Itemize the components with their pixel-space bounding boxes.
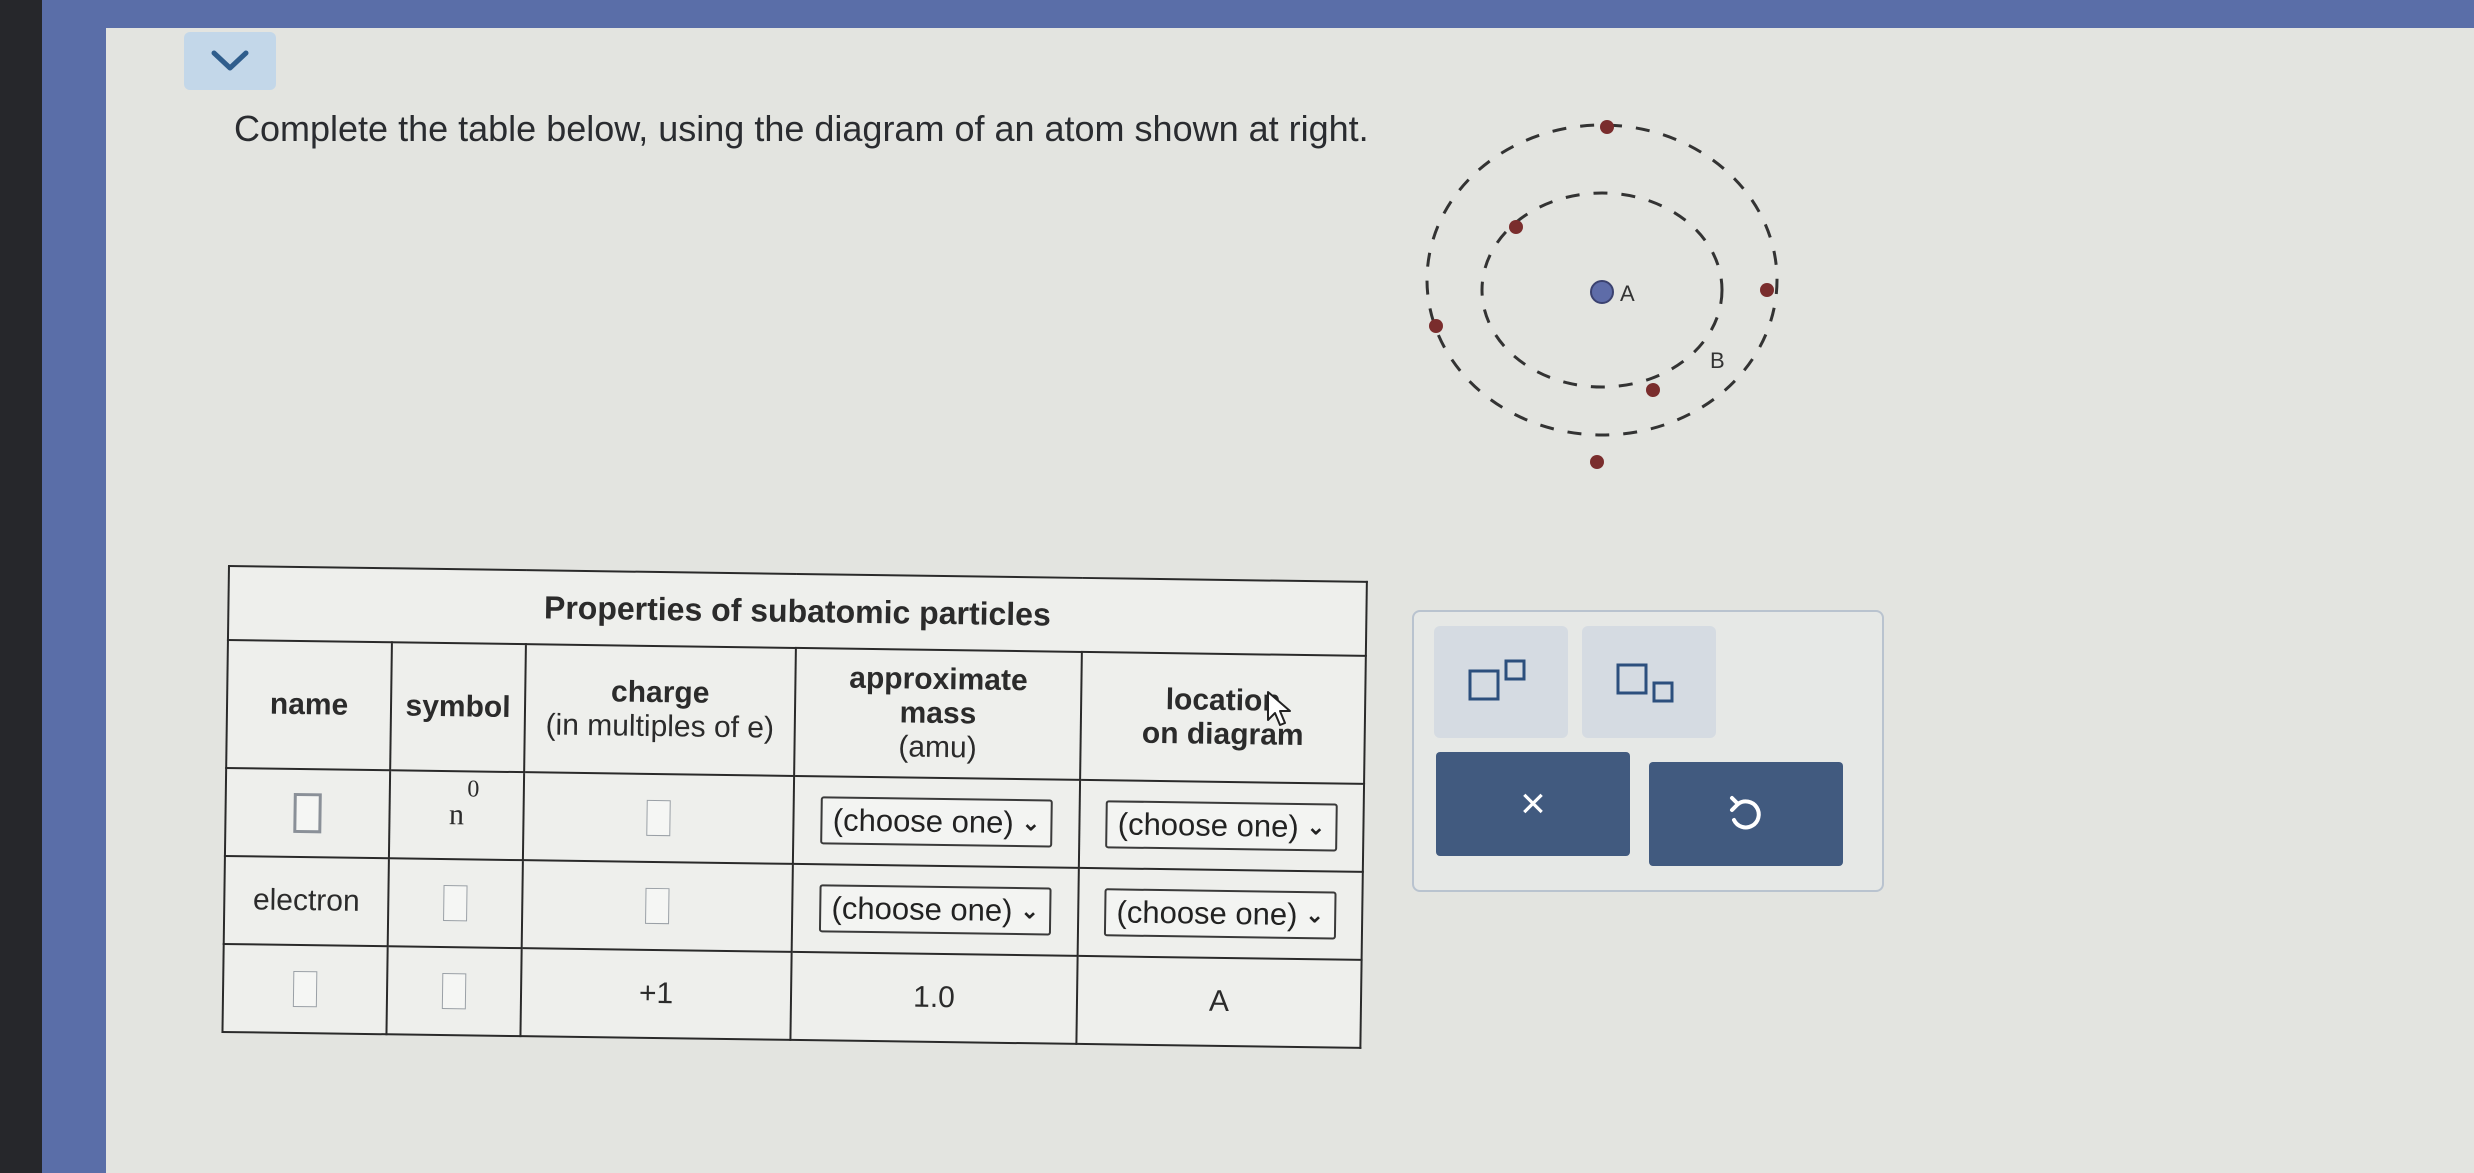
- header-charge-sub: (in multiples of e): [545, 708, 775, 745]
- mass-select-value: (choose one): [831, 890, 1013, 928]
- name-cell: [222, 943, 388, 1035]
- cursor-icon: [1267, 691, 1291, 726]
- charge-cell: [521, 860, 793, 952]
- symbol-superscript: 0: [467, 776, 480, 803]
- nucleus-label: A: [1620, 281, 1635, 306]
- header-location-line1: location: [1165, 683, 1281, 718]
- table-row: electron (choose one) ⌄ (choose one) ⌄: [223, 855, 1363, 960]
- location-select-value: (choose one): [1117, 806, 1299, 844]
- undo-icon: [1730, 796, 1761, 830]
- name-cell: electron: [223, 855, 389, 947]
- mass-cell: (choose one) ⌄: [791, 863, 1079, 956]
- charge-input[interactable]: [646, 799, 671, 837]
- mass-cell: 1.0: [790, 951, 1078, 1044]
- header-location: location on diagram: [1080, 651, 1366, 784]
- name-cell: [224, 767, 391, 859]
- header-mass: approximate mass (amu): [794, 647, 1082, 780]
- chevron-down-icon: ⌄: [1020, 898, 1040, 924]
- charge-cell: +1: [520, 948, 792, 1040]
- symbol-input[interactable]: [441, 973, 467, 1010]
- header-mass-sub: (amu): [898, 730, 977, 765]
- superscript-icon: [1468, 659, 1526, 701]
- location-select[interactable]: (choose one) ⌄: [1104, 888, 1337, 940]
- chevron-down-icon: ⌄: [1305, 902, 1325, 928]
- orbit-label: B: [1710, 348, 1725, 373]
- collapse-button[interactable]: [184, 32, 276, 90]
- subscript-icon: [1616, 663, 1674, 703]
- chevron-down-icon: [211, 50, 249, 71]
- header-name: name: [226, 640, 392, 771]
- charge-cell: [522, 772, 795, 864]
- location-cell: (choose one) ⌄: [1077, 867, 1363, 960]
- table-row: n 0 (choose one) ⌄ (choose one) ⌄: [224, 767, 1365, 872]
- symbol-cell: n 0: [388, 770, 525, 861]
- chevron-down-icon: ⌄: [1306, 814, 1326, 840]
- table-row: +1 1.0 A: [222, 943, 1362, 1048]
- header-mass-line2: mass: [899, 696, 977, 731]
- clear-button[interactable]: ×: [1436, 752, 1630, 856]
- neutron-symbol: n 0: [448, 776, 480, 832]
- name-input[interactable]: [293, 792, 322, 834]
- location-select[interactable]: (choose one) ⌄: [1105, 800, 1338, 852]
- subatomic-particles-table: Properties of subatomic particles name s…: [221, 565, 1368, 1049]
- name-input[interactable]: [292, 970, 318, 1008]
- location-cell: (choose one) ⌄: [1078, 779, 1365, 872]
- location-cell: A: [1076, 955, 1362, 1048]
- mass-select-value: (choose one): [832, 802, 1014, 840]
- location-select-value: (choose one): [1116, 894, 1298, 932]
- subscript-button[interactable]: [1582, 626, 1716, 738]
- header-symbol: symbol: [390, 642, 526, 773]
- header-charge-label: charge: [610, 675, 710, 710]
- screen: Complete the table below, using the diag…: [42, 0, 2474, 1173]
- symbol-input[interactable]: [443, 885, 468, 922]
- mass-cell: (choose one) ⌄: [792, 775, 1081, 868]
- symbol-cell: [387, 858, 523, 949]
- math-tool-palette: ×: [1412, 610, 1884, 892]
- nucleus-icon: [1590, 280, 1614, 304]
- header-location-line2: on diagram: [1141, 716, 1304, 753]
- question-prompt: Complete the table below, using the diag…: [234, 108, 1369, 149]
- header-charge: charge (in multiples of e): [524, 644, 796, 776]
- mass-select[interactable]: (choose one) ⌄: [820, 796, 1053, 848]
- symbol-cell: [386, 946, 522, 1037]
- undo-button[interactable]: [1649, 762, 1843, 866]
- chevron-down-icon: ⌄: [1021, 810, 1041, 836]
- symbol-letter: n: [448, 798, 465, 832]
- atom-diagram: A B: [1425, 120, 1779, 469]
- header-mass-line1: approximate: [849, 661, 1028, 698]
- mass-select[interactable]: (choose one) ⌄: [819, 884, 1052, 936]
- charge-input[interactable]: [645, 887, 670, 925]
- superscript-button[interactable]: [1434, 626, 1568, 738]
